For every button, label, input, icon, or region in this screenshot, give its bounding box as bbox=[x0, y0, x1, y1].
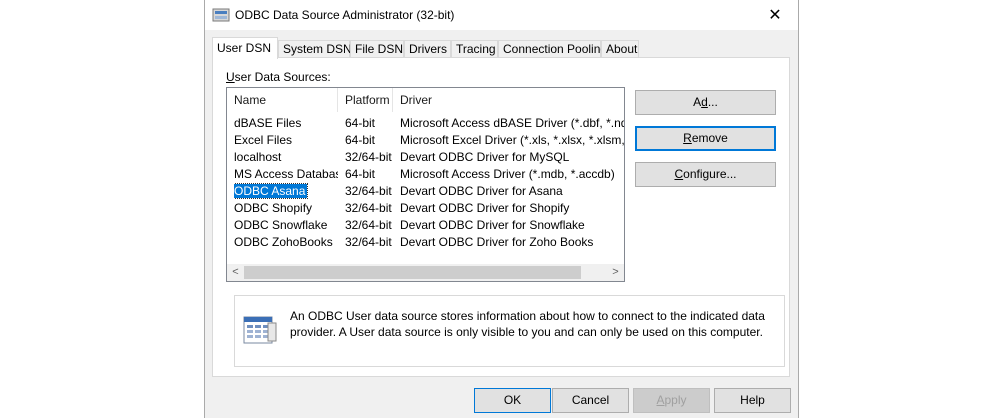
ok-button[interactable]: OK bbox=[474, 388, 551, 413]
row-name: localhost bbox=[234, 150, 282, 164]
list-item[interactable]: ODBC ZohoBooks 32/64-bit Devart ODBC Dri… bbox=[227, 234, 624, 251]
row-name: dBASE Files bbox=[234, 116, 302, 130]
user-dsn-panel: User Data Sources: Name Platform Driver … bbox=[212, 57, 790, 377]
row-name: MS Access Database bbox=[234, 167, 338, 181]
close-button[interactable]: ✕ bbox=[752, 0, 798, 30]
row-name: ODBC Snowflake bbox=[234, 218, 328, 232]
row-platform: 64-bit bbox=[345, 116, 376, 130]
configure-button[interactable]: Configure... bbox=[635, 162, 776, 187]
row-driver: Microsoft Excel Driver (*.xls, *.xlsx, *… bbox=[400, 133, 624, 147]
row-driver: Devart ODBC Driver for Asana bbox=[400, 184, 563, 198]
row-driver: Devart ODBC Driver for MySQL bbox=[400, 150, 570, 164]
row-platform: 32/64-bit bbox=[345, 201, 392, 215]
row-name: ODBC Shopify bbox=[234, 201, 313, 215]
row-platform: 32/64-bit bbox=[345, 235, 392, 249]
apply-button[interactable]: Apply bbox=[633, 388, 710, 413]
row-driver: Microsoft Access Driver (*.mdb, *.accdb) bbox=[400, 167, 615, 181]
remove-button[interactable]: Remove bbox=[635, 126, 776, 151]
title-bar: ODBC Data Source Administrator (32-bit) … bbox=[205, 0, 798, 30]
list-item[interactable]: Excel Files 64-bit Microsoft Excel Drive… bbox=[227, 132, 624, 149]
column-header-name[interactable]: Name bbox=[227, 88, 338, 112]
tab-user-dsn[interactable]: User DSN bbox=[212, 37, 278, 59]
row-platform: 32/64-bit bbox=[345, 184, 392, 198]
row-driver: Devart ODBC Driver for Shopify bbox=[400, 201, 570, 215]
row-driver: Devart ODBC Driver for Snowflake bbox=[400, 218, 585, 232]
tab-drivers[interactable]: Drivers bbox=[404, 40, 451, 57]
scrollbar-thumb[interactable] bbox=[244, 266, 581, 279]
row-platform: 64-bit bbox=[345, 133, 376, 147]
info-box: An ODBC User data source stores informat… bbox=[234, 295, 785, 367]
help-button[interactable]: Help bbox=[714, 388, 791, 413]
data-source-icon bbox=[243, 316, 277, 344]
user-data-sources-list[interactable]: Name Platform Driver dBASE Files 64-bit … bbox=[226, 87, 625, 282]
tab-system-dsn[interactable]: System DSN bbox=[278, 40, 352, 57]
window-title: ODBC Data Source Administrator (32-bit) bbox=[235, 8, 455, 22]
list-item[interactable]: ODBC Shopify 32/64-bit Devart ODBC Drive… bbox=[227, 200, 624, 217]
odbc-admin-window: ODBC Data Source Administrator (32-bit) … bbox=[204, 0, 799, 418]
cancel-button[interactable]: Cancel bbox=[552, 388, 629, 413]
column-header-platform[interactable]: Platform bbox=[338, 88, 393, 112]
tab-file-dsn[interactable]: File DSN bbox=[350, 40, 404, 57]
list-header: Name Platform Driver bbox=[227, 88, 624, 112]
close-icon: ✕ bbox=[768, 7, 782, 24]
info-text: An ODBC User data source stores informat… bbox=[290, 309, 765, 339]
list-item[interactable]: ODBC Snowflake 32/64-bit Devart ODBC Dri… bbox=[227, 217, 624, 234]
list-item[interactable]: MS Access Database 64-bit Microsoft Acce… bbox=[227, 166, 624, 183]
scroll-right-icon[interactable]: > bbox=[607, 264, 624, 281]
row-driver: Devart ODBC Driver for Zoho Books bbox=[400, 235, 594, 249]
column-header-driver[interactable]: Driver bbox=[393, 88, 624, 112]
list-item[interactable]: dBASE Files 64-bit Microsoft Access dBAS… bbox=[227, 115, 624, 132]
odbc-app-icon bbox=[212, 8, 230, 22]
tab-about[interactable]: About bbox=[601, 40, 639, 57]
user-data-sources-label: User Data Sources: bbox=[226, 70, 331, 84]
row-driver: Microsoft Access dBASE Driver (*.dbf, *.… bbox=[400, 116, 624, 130]
tab-connection-pooling[interactable]: Connection Pooling bbox=[498, 40, 607, 57]
list-item-selected[interactable]: ODBC Asana 32/64-bit Devart ODBC Driver … bbox=[227, 183, 624, 200]
scroll-left-icon[interactable]: < bbox=[227, 264, 244, 281]
list-item[interactable]: localhost 32/64-bit Devart ODBC Driver f… bbox=[227, 149, 624, 166]
row-platform: 32/64-bit bbox=[345, 218, 392, 232]
horizontal-scrollbar[interactable]: < > bbox=[227, 264, 624, 281]
row-name: ODBC ZohoBooks bbox=[234, 235, 333, 249]
add-button[interactable]: Ad... bbox=[635, 90, 776, 115]
row-platform: 32/64-bit bbox=[345, 150, 392, 164]
list-rows: dBASE Files 64-bit Microsoft Access dBAS… bbox=[227, 115, 624, 251]
row-name: Excel Files bbox=[234, 133, 293, 147]
row-platform: 64-bit bbox=[345, 167, 376, 181]
row-name: ODBC Asana bbox=[234, 183, 309, 199]
tab-tracing[interactable]: Tracing bbox=[451, 40, 498, 57]
